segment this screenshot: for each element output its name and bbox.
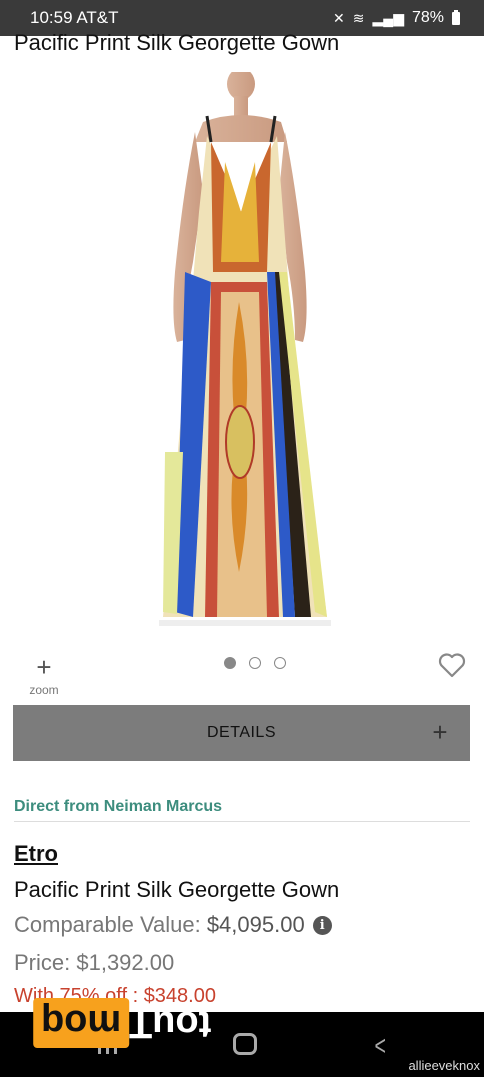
plus-icon: + (432, 717, 448, 747)
signal-icon: ▂▄▆ (372, 9, 404, 26)
price-amount: $1,392.00 (76, 950, 175, 975)
comparable-label: Comparable Value: (14, 912, 207, 937)
carousel-dot-3[interactable] (274, 657, 286, 669)
status-icons: ✕ ≋ ▂▄▆ 78% (333, 9, 460, 27)
back-icon[interactable]: < (374, 1030, 385, 1062)
carousel-dot-2[interactable] (249, 657, 261, 669)
details-button[interactable]: DETAILS + (13, 705, 470, 761)
price-label: Price: (14, 950, 77, 975)
product-name: Pacific Print Silk Georgette Gown (14, 877, 340, 902)
page-title: Pacific Print Silk Georgette Gown (14, 30, 340, 55)
divider (14, 821, 470, 822)
product-image[interactable] (155, 72, 335, 642)
home-icon[interactable] (233, 1033, 257, 1055)
price: Price: $1,392.00 (14, 950, 174, 976)
watermark-username: allieeveknox (408, 1058, 480, 1073)
zoom-button[interactable]: + zoom (24, 652, 64, 697)
watermark-logo: moq touT (33, 997, 216, 1049)
battery-percent: 78% (411, 9, 444, 26)
comparable-amount: $4,095.00 (206, 912, 305, 937)
carousel-dot-1[interactable] (224, 657, 236, 669)
watermark-logo-text: touT (129, 1002, 212, 1045)
heart-icon[interactable] (438, 652, 466, 678)
status-time-carrier: 10:59 AT&T (30, 8, 119, 27)
details-label: DETAILS (207, 724, 276, 741)
battery-icon (452, 9, 460, 25)
zoom-label: zoom (29, 683, 59, 697)
mute-icon: ✕ (333, 9, 345, 26)
carousel-indicator[interactable] (224, 657, 286, 669)
wifi-icon: ≋ (352, 9, 365, 26)
comparable-value: Comparable Value: $4,095.00 i (14, 912, 332, 938)
brand-link[interactable]: Etro (14, 841, 58, 867)
direct-from-label: Direct from Neiman Marcus (14, 798, 223, 815)
plus-icon: + (36, 652, 52, 682)
info-icon[interactable]: i (312, 915, 332, 935)
watermark-logo-box: moq (33, 998, 130, 1048)
